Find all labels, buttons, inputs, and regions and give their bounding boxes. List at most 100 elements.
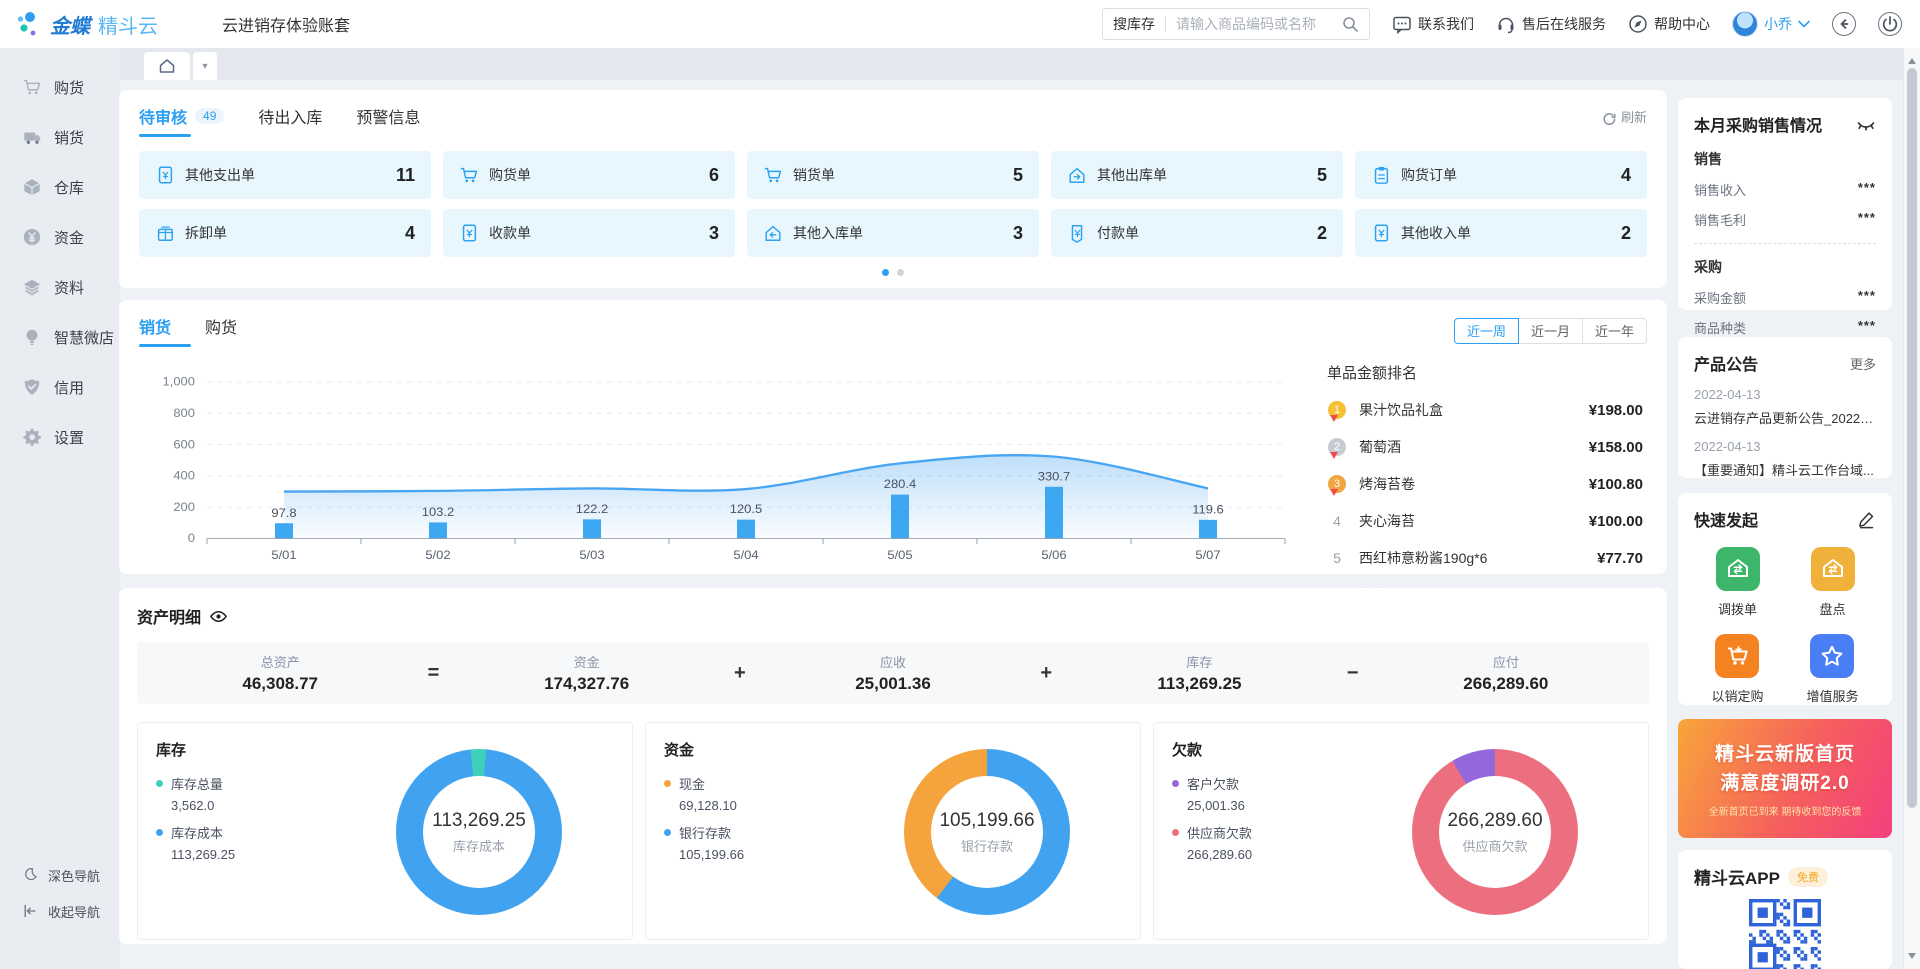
dot-page-2[interactable] [897,269,904,276]
assets-title: 资产明细 [137,604,201,628]
tab-sales[interactable]: 销货 [139,314,171,347]
home-icon [158,57,176,75]
back-button[interactable] [1832,12,1856,36]
range-week-button[interactable]: 近一周 [1454,318,1519,344]
sidebar-item-smart-store[interactable]: 智慧微店 [0,312,120,362]
cube-icon [22,177,42,197]
account-title: 云进销存体验账套 [222,12,350,36]
announcement-link[interactable]: 【重要通知】精斗云工作台域... [1694,460,1876,479]
app-title: 精斗云APP [1694,864,1780,889]
card-other-inbound[interactable]: 其他入库单3 [747,209,1039,257]
search-input[interactable] [1176,16,1342,32]
card-other-expense[interactable]: 其他支出单11 [139,151,431,199]
sidebar-item-sales[interactable]: 销货 [0,112,120,162]
section-sales: 销售 [1694,149,1876,169]
page-scrollbar[interactable] [1903,48,1920,969]
sidebar-item-credit[interactable]: 信用 [0,362,120,412]
funds-donut-chart: 105,199.66银行存款 [904,749,1070,915]
svg-text:5/01: 5/01 [271,548,296,561]
shield-check-icon [22,377,42,397]
sidebar-item-settings[interactable]: 设置 [0,412,120,462]
contact-us-link[interactable]: 联系我们 [1392,14,1474,34]
sidebar-item-purchase[interactable]: 购货 [0,62,120,112]
announcement-link[interactable]: 云进销存产品更新公告_20220... [1694,408,1876,427]
purchase-cart-icon [1715,634,1759,678]
card-count: 4 [1621,165,1631,186]
quick-value-added-service[interactable]: 增值服务 [1806,634,1858,705]
scroll-down-arrow[interactable] [1908,953,1916,963]
card-receipt[interactable]: 收款单3 [443,209,735,257]
logout-button[interactable] [1878,12,1902,36]
user-menu[interactable]: 小乔 [1732,11,1810,37]
legend-dot [664,829,671,836]
sidebar-item-data[interactable]: 资料 [0,262,120,312]
warehouse-in-icon [763,223,783,243]
eye-icon[interactable] [209,607,228,626]
dark-nav-toggle[interactable]: 深色导航 [0,857,120,893]
sidebar-item-warehouse[interactable]: 仓库 [0,162,120,212]
yen-circle-icon [22,227,42,247]
dot-page-1[interactable] [882,269,889,276]
tab-purchase[interactable]: 购货 [205,314,237,347]
tab-pending-in-out[interactable]: 待出入库 [258,104,322,137]
eye-closed-icon[interactable] [1856,114,1876,134]
card-count: 2 [1317,223,1327,244]
pencil-icon[interactable] [1857,510,1876,529]
rank-price: ¥100.00 [1589,513,1643,530]
quick-purchase-by-sales[interactable]: 以销定购 [1711,634,1763,705]
card-other-outbound[interactable]: 其他出库单5 [1051,151,1343,199]
svg-text:97.8: 97.8 [271,506,296,519]
more-link[interactable]: 更多 [1850,354,1876,373]
search-scope-label[interactable]: 搜库存 [1113,14,1155,34]
scroll-up-arrow[interactable] [1908,54,1916,64]
rank-row-2[interactable]: 2葡萄酒¥158.00 [1327,437,1643,457]
card-count: 6 [709,165,719,186]
card-disassembly[interactable]: 拆卸单4 [139,209,431,257]
sidebar-item-funds[interactable]: 资金 [0,212,120,262]
refresh-button[interactable]: 刷新 [1599,107,1647,135]
card-purchase-request[interactable]: 购货订单4 [1355,151,1647,199]
header-actions: 搜库存 联系我们 售后在线服务 帮助中心 小乔 [1102,8,1920,40]
quick-launch-title: 快速发起 [1694,507,1758,531]
tab-pending-review[interactable]: 待审核 49 [139,104,224,137]
legend-dot [664,780,671,787]
tab-warning-info[interactable]: 预警信息 [356,104,420,137]
card-sales-order[interactable]: 销货单5 [747,151,1039,199]
quick-label: 调拨单 [1718,599,1757,618]
card-count: 2 [1621,223,1631,244]
operator-plus: + [730,662,750,685]
quick-stocktake[interactable]: 盘点 [1811,547,1855,618]
survey-banner[interactable]: 精斗云新版首页 满意度调研2.0 全新首页已到来 期待收到您的反馈 [1678,719,1892,838]
after-sales-service-link[interactable]: 售后在线服务 [1496,14,1606,34]
quick-transfer-order[interactable]: 调拨单 [1716,547,1760,618]
legend-dot [1172,780,1179,787]
card-other-income[interactable]: 其他收入单2 [1355,209,1647,257]
card-purchase-order[interactable]: 购货单6 [443,151,735,199]
row-sales-income: 销售收入*** [1694,180,1876,199]
legend-dot [1172,829,1179,836]
inventory-search[interactable]: 搜库存 [1102,8,1370,40]
moon-icon [22,867,38,883]
sales-head: 销货 购货 近一周 近一月 近一年 [139,314,1647,347]
sidebar-label: 销货 [54,127,84,148]
rank-row-1[interactable]: 1果汁饮品礼盒¥198.00 [1327,400,1643,420]
back-arrow-icon [1834,14,1854,34]
home-tab[interactable] [144,52,190,80]
card-payment[interactable]: 付款单2 [1051,209,1343,257]
collapse-nav-toggle[interactable]: 收起导航 [0,893,120,929]
brand-logo[interactable]: 金蝶 精斗云 [0,10,200,39]
rank-row-5[interactable]: 5西红柿意粉酱190g*6¥77.70 [1327,548,1643,568]
card-label: 其他入库单 [793,223,863,243]
rank-row-4[interactable]: 4夹心海苔¥100.00 [1327,511,1643,531]
tab-dropdown[interactable]: ▾ [193,52,217,80]
item-amount-ranking: 单品金额排名 1果汁饮品礼盒¥198.00 2葡萄酒¥158.00 3烤海苔卷¥… [1327,362,1643,605]
help-center-link[interactable]: 帮助中心 [1628,14,1710,34]
svg-text:280.4: 280.4 [884,478,917,491]
range-year-button[interactable]: 近一年 [1582,318,1647,344]
range-month-button[interactable]: 近一月 [1518,318,1583,344]
announcement-date: 2022-04-13 [1694,439,1876,454]
inventory-donut-chart: 113,269.25库存成本 [396,749,562,915]
rank-row-3[interactable]: 3烤海苔卷¥100.80 [1327,474,1643,494]
scrollbar-thumb[interactable] [1907,68,1917,808]
search-icon[interactable] [1342,16,1359,33]
